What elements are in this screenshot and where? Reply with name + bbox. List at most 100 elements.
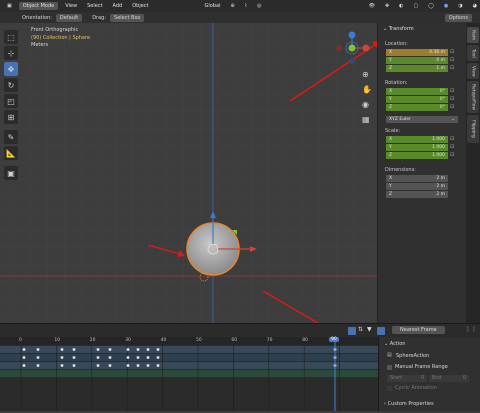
add-cube-tool-icon[interactable]: ▣ [4,166,18,180]
custom-properties-section[interactable]: › Custom Properties [384,401,434,407]
frame-number: 70 [266,338,273,343]
action-section-title[interactable]: ⌄ Action [384,341,405,347]
snap-mode-dropdown[interactable]: Nearest Frame [392,326,445,334]
mode-dropdown[interactable]: Object Mode [18,2,59,10]
rotation-label: Rotation: [385,80,408,86]
dimensions-x-field[interactable]: X2 m [386,175,448,182]
scale-z-field[interactable]: Z 1.000 [386,152,448,159]
manual-range-label: Manual Frame Range [395,364,448,370]
menu-view[interactable]: View [62,2,80,10]
shading-rendered-icon[interactable]: ◕ [470,2,480,10]
pan-hand-icon[interactable]: ✋ [362,85,372,94]
snap-icon[interactable]: ⌇ [242,2,250,10]
select-tool-icon[interactable]: ⬚ [4,30,18,44]
keyframe-dot [136,356,140,359]
rotation-x-field[interactable]: X 0° [386,88,448,95]
grid-view-icon[interactable]: ▦ [362,115,372,124]
cyclic-label: Cyclic Animation [395,385,437,391]
view-name: Front Orthographic [31,27,79,33]
scale-y-field[interactable]: Y 1.000 [386,144,448,151]
zoom-icon[interactable]: ⊕ [362,70,372,79]
transform-tool-icon[interactable]: ⊞ [4,110,18,124]
tab-tool[interactable]: Tool [467,45,479,61]
start-field[interactable]: Start 0 [387,375,427,382]
rotation-z-field[interactable]: Z 0° [386,104,448,111]
orientation-dropdown[interactable]: Default [55,13,83,22]
current-frame-indicator[interactable]: 90 [329,337,339,342]
nav-controls: ⊕ ✋ ◉ ▦ [362,70,372,124]
scale-x-field[interactable]: X 1.000 [386,136,448,143]
lock-icon[interactable]: ⊡ [450,57,454,63]
menu-select[interactable]: Select [84,2,105,10]
dimensions-z-field[interactable]: Z2 m [386,191,448,198]
tab-retopoflow[interactable]: RetopoFlow [467,81,479,113]
rotation-y-field[interactable]: Y 0° [386,96,448,103]
transform-header[interactable]: ⌄ Transform [378,23,466,35]
shading-wire-icon[interactable]: ◯ [425,2,437,10]
move-tool-icon[interactable]: ✥ [4,62,18,76]
timeline-header: ⇅ ▼ Nearest Frame ⋮⋮ [0,323,480,337]
expand-icon[interactable]: ⋮⋮ [465,326,477,333]
transform-orientation-dropdown[interactable]: Global [202,2,224,10]
proportional-icon[interactable]: ◎ [254,2,264,10]
action-name[interactable]: SphereAction [396,353,429,359]
lock-icon[interactable]: ⊡ [450,104,454,110]
location-z-field[interactable]: Z1 m [386,65,448,72]
rotate-tool-icon[interactable]: ↻ [4,78,18,92]
lock-icon[interactable]: ⊡ [450,65,454,71]
dimensions-y-field[interactable]: Y2 m [386,183,448,190]
options-button[interactable]: Options [444,13,472,22]
frame-number: 0 [19,338,22,343]
dopesheet-timeline[interactable]: 0 10 20 30 40 50 60 70 80 90 [0,337,378,411]
snap-toggle-icon[interactable] [348,327,356,335]
end-field[interactable]: End 0 [429,375,469,382]
lock-icon[interactable]: ⊡ [450,136,454,142]
gizmo-icon[interactable]: ✥ [382,2,392,10]
keyframe-dot [146,356,150,359]
xray-icon[interactable]: ▢ [411,2,422,10]
sync-icon[interactable]: ⇅ [358,326,363,333]
menu-object[interactable]: Object [129,2,151,10]
proportional-toggle-icon[interactable] [377,327,385,335]
keyframe-dot [22,348,26,351]
tab-item[interactable]: Item [467,27,479,43]
location-y-field[interactable]: Y0 m [386,57,448,64]
lock-icon[interactable]: ⊡ [450,152,454,158]
viewport-header: ▣ Object Mode View Select Add Object Glo… [0,0,480,12]
keyframe-dot [126,364,130,367]
menu-add[interactable]: Add [110,2,126,10]
scale-tool-icon[interactable]: ◰ [4,94,18,108]
overlay-icon[interactable]: ◐ [396,2,406,10]
pivot-icon[interactable]: ⊕ [227,2,237,10]
tab-flipping[interactable]: Flipping [467,115,479,143]
drag-dropdown[interactable]: Select Box [110,13,145,22]
lock-icon[interactable]: ⊡ [450,144,454,150]
manual-range-checkbox[interactable] [387,365,392,370]
lock-icon[interactable]: ⊡ [450,49,454,55]
lock-icon[interactable]: ⊡ [450,96,454,102]
location-x-field[interactable]: X 0.36 m [386,49,448,56]
annotate-tool-icon[interactable]: ✎ [4,130,18,144]
shading-material-icon[interactable]: ◑ [455,2,465,10]
cyclic-checkbox[interactable] [387,386,392,391]
camera-icon[interactable]: ◉ [362,100,372,109]
shading-solid-icon[interactable]: ● [441,2,451,10]
rotation-mode-dropdown[interactable]: XYZ Euler ⌄ [386,116,458,123]
keyframe-dot [22,364,26,367]
action-icon: ▤ [387,352,392,358]
lock-icon[interactable]: ⊡ [450,88,454,94]
collection-name: (90) Collection | Sphere [31,34,91,41]
cursor-tool-icon[interactable]: ⊹ [4,46,18,60]
editor-type-icon[interactable]: ▣ [4,2,15,10]
keyframe-dot [36,364,40,367]
keyframe-dot [60,348,64,351]
frame-number: 80 [302,338,308,343]
keyframe-dot [136,364,140,367]
filter-icon[interactable]: ▼ [367,326,372,333]
keyframe-dot [156,364,160,367]
keyframe-dot [22,356,26,359]
measure-tool-icon[interactable]: 📐 [4,146,18,160]
tab-view[interactable]: View [467,63,479,79]
keyframe-dot [60,364,64,367]
visibility-icon[interactable]: 👁 [366,2,378,10]
